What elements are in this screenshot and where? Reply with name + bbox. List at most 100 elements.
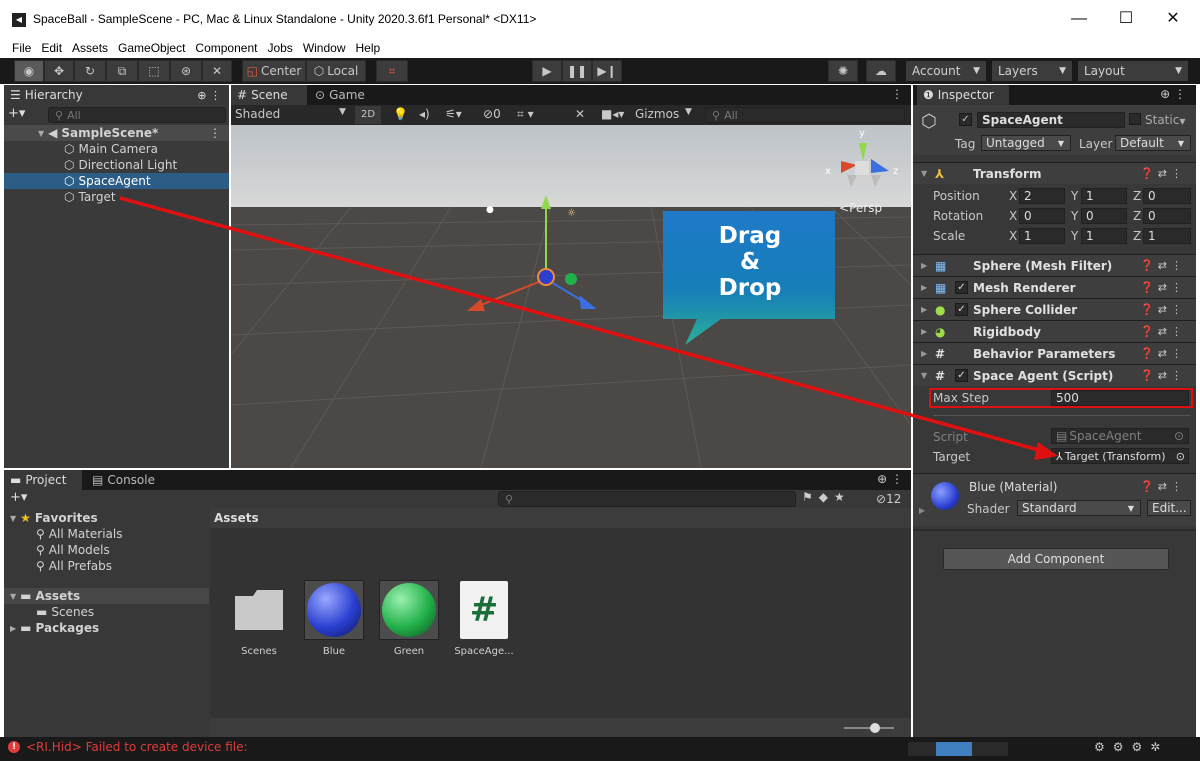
fav-all-materials[interactable]: ⚲ All Materials	[4, 526, 209, 542]
gizmos-dropdown[interactable]: Gizmos	[635, 107, 679, 121]
menu-file[interactable]: File	[12, 41, 31, 55]
more-icon[interactable]: ⋮	[209, 126, 221, 140]
lock-icon[interactable]: ⊕ ⋮	[1160, 87, 1186, 101]
audio-toggle-icon[interactable]: ◂)	[419, 107, 430, 121]
cloud-icon[interactable]: ☁	[866, 60, 896, 82]
status-icons[interactable]: ⚙⚙⚙✲	[1094, 740, 1168, 754]
scale-y-field[interactable]: 1	[1081, 228, 1127, 244]
pivot-center-button[interactable]: ◱ Center	[242, 60, 306, 82]
effects-icon[interactable]: ⚟▾	[445, 107, 462, 121]
component-menu-icons[interactable]: ❓⇄⋮	[1140, 369, 1186, 382]
scale-z-field[interactable]: 1	[1143, 228, 1191, 244]
camera-icon[interactable]: ■◂▾	[601, 107, 624, 121]
lock-icon[interactable]: ⊕ ⋮	[197, 89, 221, 102]
tab-console[interactable]: ▤ Console	[86, 470, 166, 490]
tools-icon[interactable]: ✕	[575, 107, 585, 121]
tab-hierarchy[interactable]: ☰ Hierarchy ⊕ ⋮	[4, 85, 229, 105]
assets-root-row[interactable]: ▼ ▬ Assets	[4, 588, 209, 604]
hierarchy-item-main-camera[interactable]: ⬡ Main Camera	[4, 141, 229, 157]
component-menu-icons[interactable]: ❓⇄⋮	[1140, 325, 1186, 338]
lock-icon[interactable]: ⊕ ⋮	[877, 472, 903, 486]
tab-inspector[interactable]: ❶ Inspector	[917, 85, 1009, 105]
enabled-checkbox[interactable]: ✓	[955, 281, 968, 294]
static-checkbox[interactable]	[1129, 113, 1141, 125]
collab-icon[interactable]: ✺	[828, 60, 858, 82]
pivot-local-button[interactable]: ⬡ Local	[306, 60, 366, 82]
static-dropdown[interactable]: Static▼	[1145, 113, 1185, 127]
rotation-z-field[interactable]: 0	[1143, 208, 1191, 224]
scene-viewport[interactable]: ● ☼ y x z <Persp Drag & Drop	[231, 125, 911, 468]
orientation-gizmo[interactable]	[827, 131, 897, 201]
transform-component-header[interactable]: ▼ ⅄ Transform ❓⇄⋮	[913, 162, 1196, 184]
scale-tool-icon[interactable]: ⧉	[106, 60, 138, 82]
zoom-slider-thumb[interactable]	[870, 723, 880, 733]
object-name-field[interactable]: SpaceAgent	[977, 112, 1125, 128]
2d-toggle-button[interactable]: 2D	[355, 106, 381, 124]
component-menu-icons[interactable]: ❓⇄⋮	[1140, 303, 1186, 316]
step-button[interactable]: ▶❙	[592, 60, 622, 82]
component-menu-icons[interactable]: ❓⇄⋮	[1140, 480, 1186, 493]
component-menu-icons[interactable]: ❓⇄⋮	[1140, 259, 1186, 272]
tab-project[interactable]: ▬ Project	[4, 470, 82, 490]
close-button[interactable]: ✕	[1150, 6, 1196, 32]
view-tool-eye-icon[interactable]: ◉	[14, 60, 44, 82]
component-menu-icons[interactable]: ❓⇄⋮	[1140, 167, 1186, 180]
hidden-packages-toggle[interactable]: ⊘12	[876, 492, 901, 506]
asset-blue-material[interactable]: Blue	[301, 580, 367, 657]
asset-scenes-folder[interactable]: Scenes	[226, 580, 292, 657]
tab-game[interactable]: ⊙ Game	[309, 85, 379, 105]
rotate-tool-icon[interactable]: ↻	[74, 60, 106, 82]
hierarchy-item-target[interactable]: ⬡ Target	[4, 189, 229, 205]
hierarchy-search-input[interactable]: ⚲ All	[48, 107, 226, 123]
asset-spaceagent-script[interactable]: # SpaceAge...	[451, 580, 517, 657]
layer-dropdown[interactable]: Default ▼	[1115, 135, 1191, 151]
account-dropdown[interactable]: Account ▼	[906, 61, 986, 81]
create-plus-button[interactable]: +▾	[10, 490, 27, 505]
position-z-field[interactable]: 0	[1143, 188, 1191, 204]
menu-gameobject[interactable]: GameObject	[118, 41, 185, 55]
rotation-x-field[interactable]: 0	[1019, 208, 1065, 224]
grid-snap-icon[interactable]: ⌗	[376, 60, 408, 82]
position-x-field[interactable]: 2	[1019, 188, 1065, 204]
tag-dropdown[interactable]: Untagged ▼	[981, 135, 1071, 151]
component-menu-icons[interactable]: ❓⇄⋮	[1140, 281, 1186, 294]
folder-scenes[interactable]: ▬ Scenes	[4, 604, 209, 620]
mesh-filter-component-header[interactable]: ▶ ▦ Sphere (Mesh Filter) ❓⇄⋮	[913, 254, 1196, 276]
minimize-button[interactable]: —	[1056, 6, 1102, 32]
behavior-parameters-component-header[interactable]: ▶ # Behavior Parameters ❓⇄⋮	[913, 342, 1196, 364]
projection-toggle[interactable]: <Persp	[839, 201, 882, 215]
lighting-toggle-icon[interactable]: 💡	[393, 107, 408, 121]
hierarchy-item-spaceagent[interactable]: ⬡ SpaceAgent	[4, 173, 229, 189]
menu-help[interactable]: Help	[356, 41, 381, 55]
custom-tool-icon[interactable]: ✕	[202, 60, 232, 82]
scale-x-field[interactable]: 1	[1019, 228, 1065, 244]
menu-jobs[interactable]: Jobs	[267, 41, 292, 55]
target-field[interactable]: ⅄ Target (Transform) ⊙	[1051, 448, 1189, 464]
project-search-input[interactable]: ⚲	[498, 491, 796, 507]
menu-assets[interactable]: Assets	[72, 41, 108, 55]
position-y-field[interactable]: 1	[1081, 188, 1127, 204]
max-step-field[interactable]: 500	[1051, 390, 1189, 406]
enabled-checkbox[interactable]: ✓	[955, 369, 968, 382]
add-component-button[interactable]: Add Component	[943, 548, 1169, 570]
create-plus-button[interactable]: +▾	[8, 106, 25, 121]
status-message[interactable]: <RI.Hid> Failed to create device file:	[26, 740, 248, 754]
expand-arrow-icon[interactable]: ▶	[919, 506, 925, 515]
rotation-y-field[interactable]: 0	[1081, 208, 1127, 224]
space-agent-component-header[interactable]: ▼ # ✓ Space Agent (Script) ❓⇄⋮	[913, 364, 1196, 386]
pause-button[interactable]: ❚❚	[562, 60, 592, 82]
favorites-row[interactable]: ▼ ★ Favorites	[4, 510, 209, 526]
shader-dropdown[interactable]: Standard ▼	[1017, 500, 1141, 516]
menu-component[interactable]: Component	[195, 41, 257, 55]
rect-tool-icon[interactable]: ⬚	[138, 60, 170, 82]
scene-search-input[interactable]: ⚲ All	[705, 107, 905, 123]
project-filter-icons[interactable]: ⚑◆★	[802, 490, 851, 504]
sphere-collider-component-header[interactable]: ▶ ● ✓ Sphere Collider ❓⇄⋮	[913, 298, 1196, 320]
hierarchy-item-directional-light[interactable]: ⬡ Directional Light	[4, 157, 229, 173]
move-tool-icon[interactable]: ✥	[44, 60, 74, 82]
shader-edit-button[interactable]: Edit...	[1147, 500, 1191, 516]
more-icon[interactable]: ⋮	[891, 87, 903, 101]
asset-green-material[interactable]: Green	[376, 580, 442, 657]
packages-row[interactable]: ▶ ▬ Packages	[4, 620, 209, 636]
transform-gizmo[interactable]	[461, 195, 621, 335]
